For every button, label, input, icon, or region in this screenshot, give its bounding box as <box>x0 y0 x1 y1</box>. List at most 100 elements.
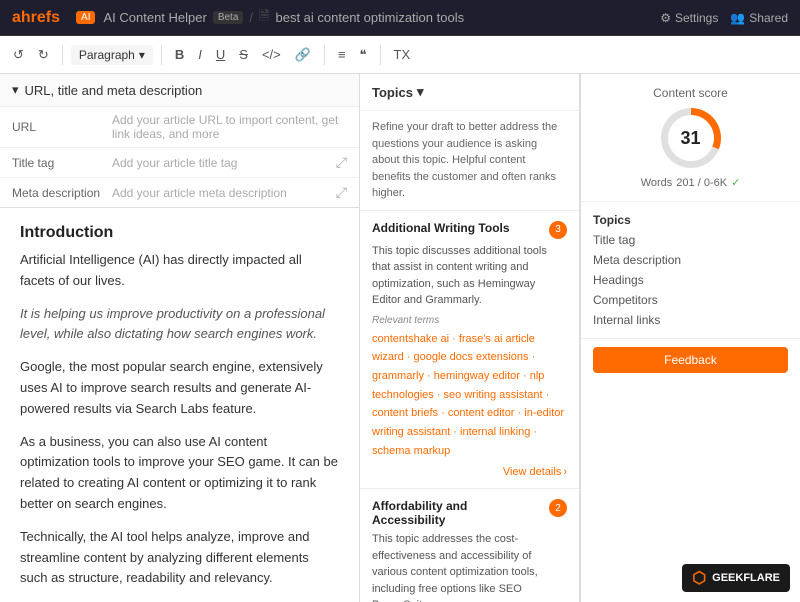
bold-button[interactable]: B <box>170 44 189 65</box>
editor-para-5: Technically, the AI tool helps analyze, … <box>20 527 339 589</box>
right-nav-internal-links[interactable]: Internal links <box>593 310 788 330</box>
editor-panel: ▾ URL, title and meta description URL Ad… <box>0 74 360 602</box>
topic-card-1-desc: This topic discusses additional tools th… <box>372 243 567 309</box>
settings-button[interactable]: ⚙ Settings <box>660 11 718 25</box>
topics-label: Topics <box>372 85 413 100</box>
right-nav: Topics Title tag Meta description Headin… <box>581 202 800 339</box>
settings-label: Settings <box>675 11 718 25</box>
words-label: Words <box>641 177 673 189</box>
url-label: URL <box>12 120 102 134</box>
italic-button[interactable]: I <box>193 44 207 65</box>
title-input[interactable]: Add your article title tag <box>112 156 326 170</box>
title-expand-icon[interactable]: ⤢ <box>336 154 347 171</box>
strikethrough-button[interactable]: S <box>234 44 253 65</box>
paragraph-label: Paragraph <box>79 48 135 62</box>
geekflare-logo-icon: ⬡ <box>692 568 706 588</box>
beta-badge: Beta <box>213 11 244 24</box>
editor-heading: Introduction <box>20 224 339 242</box>
meta-input[interactable]: Add your article meta description <box>112 186 326 200</box>
shared-label: Shared <box>749 11 788 25</box>
topic-card-1-view-details[interactable]: View details › <box>372 466 567 478</box>
quote-button[interactable]: ❝ <box>355 44 372 66</box>
ahrefs-logo: ahrefs <box>12 9 60 27</box>
words-line: Words 201 / 0-6K ✓ <box>593 176 788 189</box>
toolbar: ↺ ↻ Paragraph ▾ B I U S </> 🔗 ≡ ❝ TX <box>0 36 800 74</box>
topic-card-2-header: Affordability and Accessibility 2 <box>372 499 567 527</box>
score-section: Content score 31 Words 201 / 0-6K ✓ <box>581 74 800 202</box>
chevron-down-icon: ▾ <box>12 82 19 98</box>
chevron-right-icon: › <box>563 466 567 478</box>
meta-expand-icon[interactable]: ⤢ <box>336 184 347 201</box>
toolbar-sep-1 <box>62 45 63 65</box>
score-title: Content score <box>593 86 788 100</box>
top-bar: ahrefs AI AI Content Helper Beta / 🗎 bes… <box>0 0 800 36</box>
url-field-row-url: URL Add your article URL to import conte… <box>0 106 359 147</box>
editor-content[interactable]: Introduction Artificial Intelligence (AI… <box>0 208 359 602</box>
redo-button[interactable]: ↻ <box>33 44 54 66</box>
toolbar-sep-2 <box>161 45 162 65</box>
url-section: ▾ URL, title and meta description URL Ad… <box>0 74 359 208</box>
doc-title: best ai content optimization tools <box>275 10 464 25</box>
more-button[interactable]: TX <box>389 44 416 65</box>
toolbar-sep-4 <box>380 45 381 65</box>
right-nav-title-tag[interactable]: Title tag <box>593 230 788 250</box>
topic-card-1-badge: 3 <box>549 221 567 239</box>
url-field-row-title: Title tag Add your article title tag ⤢ <box>0 147 359 177</box>
align-button[interactable]: ≡ <box>333 44 351 65</box>
editor-para-4: As a business, you can also use AI conte… <box>20 432 339 515</box>
code-button[interactable]: </> <box>257 44 286 65</box>
editor-para-2: It is helping us improve productivity on… <box>20 304 339 346</box>
toolbar-sep-3 <box>324 45 325 65</box>
topic-card-1-title: Additional Writing Tools <box>372 221 543 235</box>
topic-card-1: Additional Writing Tools 3 This topic di… <box>360 211 579 490</box>
topic-card-2-badge: 2 <box>549 499 567 517</box>
meta-label: Meta description <box>12 186 102 200</box>
share-icon: 👥 <box>730 11 745 25</box>
right-nav-topics[interactable]: Topics <box>593 210 788 230</box>
url-fields: URL Add your article URL to import conte… <box>0 106 359 207</box>
topics-header[interactable]: Topics ▾ <box>360 74 579 111</box>
score-value: 31 <box>668 115 714 161</box>
right-panel: Content score 31 Words 201 / 0-6K ✓ Topi… <box>580 74 800 602</box>
topic-card-2: Affordability and Accessibility 2 This t… <box>360 489 579 602</box>
check-icon: ✓ <box>731 176 740 189</box>
words-value: 201 / 0-6K <box>676 177 727 189</box>
top-bar-title: AI Content Helper Beta / 🗎 best ai conte… <box>103 7 652 29</box>
url-input[interactable]: Add your article URL to import content, … <box>112 113 347 141</box>
topic-card-2-title: Affordability and Accessibility <box>372 499 543 527</box>
main-layout: ▾ URL, title and meta description URL Ad… <box>0 74 800 602</box>
topics-panel: Topics ▾ Refine your draft to better add… <box>360 74 580 602</box>
geekflare-label: GEEKFLARE <box>712 572 780 584</box>
ai-content-helper-label: AI Content Helper <box>103 10 206 25</box>
geekflare-badge: ⬡ GEEKFLARE <box>682 564 790 592</box>
gear-icon: ⚙ <box>660 11 671 25</box>
chevron-down-icon: ▾ <box>139 48 145 62</box>
shared-button[interactable]: 👥 Shared <box>730 11 788 25</box>
chevron-down-icon: ▾ <box>417 84 424 100</box>
top-bar-actions: ⚙ Settings 👥 Shared <box>660 11 788 25</box>
topic-card-1-terms: contentshake ai · frase's ai article wiz… <box>372 330 567 461</box>
title-label: Title tag <box>12 156 102 170</box>
url-field-row-meta: Meta description Add your article meta d… <box>0 177 359 207</box>
link-button[interactable]: 🔗 <box>290 44 316 66</box>
url-section-label: URL, title and meta description <box>25 83 203 98</box>
paragraph-dropdown[interactable]: Paragraph ▾ <box>71 45 153 65</box>
score-circle-wrapper: 31 <box>593 108 788 168</box>
editor-para-1: Artificial Intelligence (AI) has directl… <box>20 250 339 292</box>
top-bar-separator: / <box>249 10 253 25</box>
editor-para-3: Google, the most popular search engine, … <box>20 357 339 419</box>
score-circle: 31 <box>661 108 721 168</box>
undo-button[interactable]: ↺ <box>8 44 29 66</box>
topic-card-2-desc: This topic addresses the cost-effectiven… <box>372 531 567 602</box>
topics-description: Refine your draft to better address the … <box>360 111 579 211</box>
topic-card-1-relevant-label: Relevant terms <box>372 315 567 326</box>
right-nav-headings[interactable]: Headings <box>593 270 788 290</box>
right-nav-competitors[interactable]: Competitors <box>593 290 788 310</box>
feedback-button[interactable]: Feedback <box>593 347 788 373</box>
underline-button[interactable]: U <box>211 44 230 65</box>
top-bar-separator2: 🗎 <box>259 7 269 29</box>
topic-card-1-header: Additional Writing Tools 3 <box>372 221 567 239</box>
right-nav-meta-description[interactable]: Meta description <box>593 250 788 270</box>
url-section-header[interactable]: ▾ URL, title and meta description <box>0 74 359 106</box>
ai-badge: AI <box>76 11 95 24</box>
